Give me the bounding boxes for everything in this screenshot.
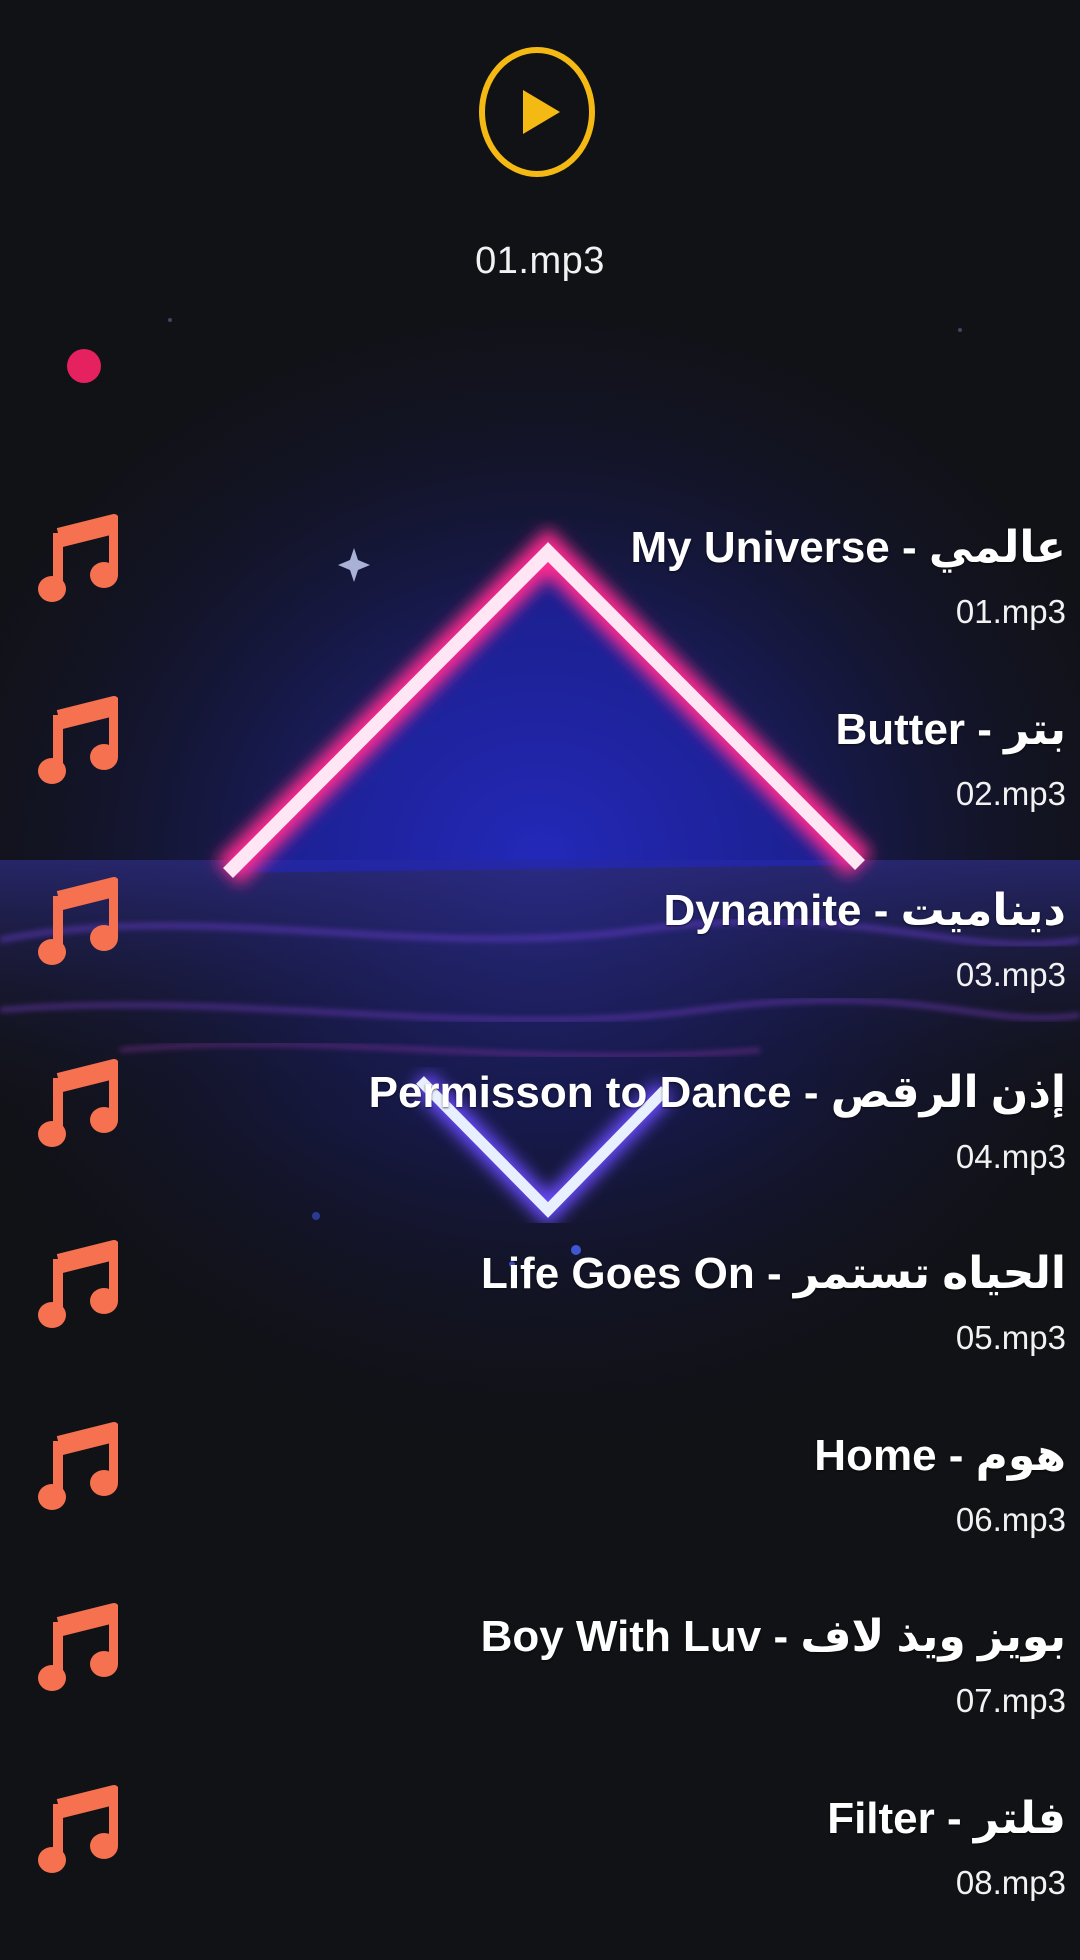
music-note-icon (38, 1598, 118, 1694)
music-note-icon (38, 509, 118, 605)
music-note-icon (38, 872, 118, 968)
track-filename: 07.mp3 (956, 1682, 1066, 1720)
play-circle-icon (478, 46, 596, 178)
track-filename: 05.mp3 (956, 1319, 1066, 1357)
track-item[interactable]: Permisson to Dance - إذن الرقص 04.mp3 (0, 1053, 1080, 1235)
track-filename: 08.mp3 (956, 1864, 1066, 1902)
track-title: Boy With Luv - بويز ويذ لاف (481, 1611, 1066, 1662)
track-filename: 03.mp3 (956, 956, 1066, 994)
track-title: Filter - فلتر (827, 1793, 1066, 1844)
track-title: Life Goes On - الحياه تستمر (481, 1248, 1066, 1299)
track-filename: 02.mp3 (956, 775, 1066, 813)
track-title: Butter - بتر (835, 704, 1066, 755)
track-filename: 01.mp3 (956, 593, 1066, 631)
track-item[interactable]: Dynamite - ديناميت 03.mp3 (0, 871, 1080, 1053)
track-filename: 06.mp3 (956, 1501, 1066, 1539)
track-title: Permisson to Dance - إذن الرقص (369, 1067, 1066, 1118)
play-button[interactable] (478, 46, 596, 178)
status-dot (67, 349, 101, 383)
track-item[interactable]: Home - هوم 06.mp3 (0, 1416, 1080, 1598)
music-note-icon (38, 691, 118, 787)
track-title: My Universe - عالمي (631, 522, 1066, 573)
track-item[interactable]: Boy With Luv - بويز ويذ لاف 07.mp3 (0, 1597, 1080, 1779)
music-note-icon (38, 1417, 118, 1513)
track-list: My Universe - عالمي 01.mp3 Butter - بتر … (0, 508, 1080, 1960)
track-title: Dynamite - ديناميت (663, 885, 1066, 936)
music-note-icon (38, 1054, 118, 1150)
now-playing-title: 01.mp3 (0, 240, 1080, 283)
track-item[interactable]: My Universe - عالمي 01.mp3 (0, 508, 1080, 690)
track-item[interactable]: Filter - فلتر 08.mp3 (0, 1779, 1080, 1960)
track-title: Home - هوم (814, 1430, 1066, 1481)
track-item[interactable]: Life Goes On - الحياه تستمر 05.mp3 (0, 1234, 1080, 1416)
track-filename: 04.mp3 (956, 1138, 1066, 1176)
track-item[interactable]: Butter - بتر 02.mp3 (0, 690, 1080, 872)
music-note-icon (38, 1235, 118, 1331)
music-note-icon (38, 1780, 118, 1876)
